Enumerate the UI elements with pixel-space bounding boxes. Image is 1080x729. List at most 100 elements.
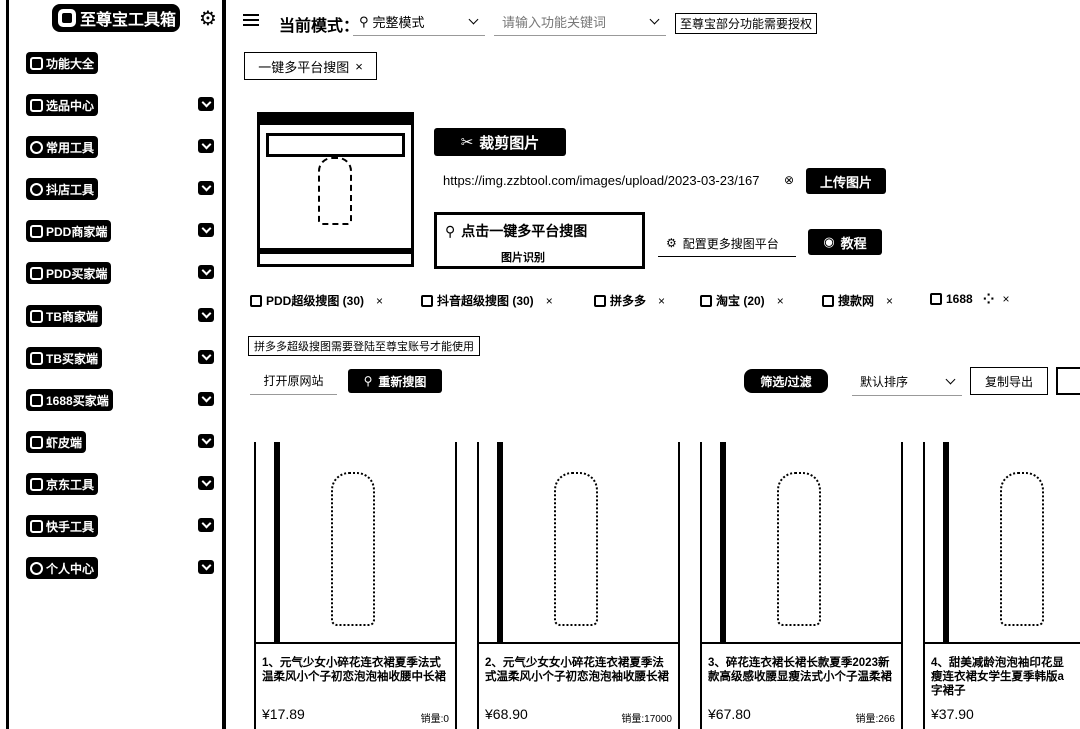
close-icon[interactable]: × bbox=[355, 59, 363, 74]
search-icon bbox=[30, 140, 43, 154]
product-title[interactable]: 1、元气少女小碎花连衣裙夏季法式温柔风小个子初恋泡泡袖收腰中长裙 bbox=[262, 656, 449, 684]
result-card[interactable]: 1、元气少女小碎花连衣裙夏季法式温柔风小个子初恋泡泡袖收腰中长裙 ¥17.89 … bbox=[254, 442, 457, 729]
app-brand[interactable]: 至尊宝工具箱 bbox=[52, 4, 180, 32]
overflow-button[interactable] bbox=[1056, 367, 1080, 395]
platform-label: 拼多多 bbox=[610, 294, 647, 308]
copy-export-button[interactable]: 复制导出 bbox=[970, 367, 1048, 395]
play-icon: ◉ bbox=[823, 234, 835, 249]
drag-handle-icon[interactable]: ⁘ bbox=[983, 292, 995, 306]
platform-label: 搜款网 bbox=[838, 294, 875, 308]
sidebar-item-all-features[interactable]: 功能大全 bbox=[26, 52, 99, 74]
platform-chip-taobao[interactable]: 淘宝 (20) × bbox=[700, 292, 784, 309]
sidebar-item-pdd-buyer[interactable]: PDD买家端 bbox=[26, 262, 112, 284]
product-sales: 销量:17000 bbox=[621, 714, 672, 725]
chevron-down-icon[interactable] bbox=[198, 139, 214, 153]
result-card[interactable]: 2、元气少女女小碎花连衣裙夏季法式温柔风小个子初恋泡泡袖收腰长裙 ¥68.90 … bbox=[477, 442, 680, 729]
auth-notice: 至尊宝部分功能需要授权 bbox=[675, 13, 818, 34]
sidebar-item-kuaishou-tools[interactable]: 快手工具 bbox=[26, 515, 99, 537]
shopee-icon bbox=[30, 435, 43, 449]
cart-icon bbox=[30, 477, 43, 491]
close-icon[interactable]: × bbox=[886, 294, 893, 308]
close-icon[interactable]: × bbox=[546, 294, 553, 308]
keyword-search-select[interactable]: 请输入功能关键词 bbox=[494, 8, 666, 36]
clear-circle-icon[interactable]: ⊗ bbox=[784, 173, 794, 187]
product-image[interactable] bbox=[479, 442, 678, 644]
sidebar-item-label: TB商家端 bbox=[46, 309, 98, 324]
chevron-down-icon[interactable] bbox=[198, 476, 214, 490]
sidebar-item-jd-tools[interactable]: 京东工具 bbox=[26, 473, 99, 495]
product-sales: 销量:266 bbox=[855, 714, 895, 725]
sidebar-item-product-center[interactable]: 选品中心 bbox=[26, 94, 99, 116]
sidebar-item-tb-buyer[interactable]: TB买家端 bbox=[26, 347, 102, 369]
chevron-down-icon[interactable] bbox=[198, 308, 214, 322]
image-url-input[interactable]: https://img.zzbtool.com/images/upload/20… bbox=[443, 173, 779, 188]
upload-image-button[interactable]: 上传图片 bbox=[806, 168, 886, 194]
keyword-placeholder: 请输入功能关键词 bbox=[502, 15, 607, 30]
platform-chip-douyin[interactable]: 抖音超级搜图 (30) × bbox=[421, 292, 553, 309]
sidebar-item-personal-center[interactable]: 个人中心 bbox=[26, 557, 99, 579]
platform-chip-pdd[interactable]: PDD超级搜图 (30) × bbox=[250, 292, 383, 309]
sidebar-item-douyin-shop-tools[interactable]: 抖店工具 bbox=[26, 178, 99, 200]
close-icon[interactable]: × bbox=[376, 294, 383, 308]
result-card[interactable]: 4、甜美减龄泡泡袖印花显瘦连衣裙女学生夏季韩版a字裙子 ¥37.90 bbox=[923, 442, 1080, 729]
sidebar-item-shopee[interactable]: 虾皮端 bbox=[26, 431, 87, 453]
sidebar-item-common-tools[interactable]: 常用工具 bbox=[26, 136, 99, 158]
user-icon: ⚲ bbox=[359, 13, 369, 29]
chevron-down-icon[interactable] bbox=[198, 181, 214, 195]
app-title: 至尊宝工具箱 bbox=[80, 12, 177, 29]
chevron-down-icon[interactable] bbox=[198, 560, 214, 574]
sidebar-item-label: 抖店工具 bbox=[46, 182, 95, 197]
search-icon: ⚲ bbox=[445, 222, 456, 239]
platform-chip-soukuan[interactable]: 搜款网 × bbox=[822, 292, 893, 309]
product-image[interactable] bbox=[702, 442, 901, 644]
product-price: ¥67.80 bbox=[708, 706, 751, 722]
chevron-down-icon[interactable] bbox=[198, 392, 214, 406]
douyin-icon bbox=[421, 294, 433, 307]
chevron-down-icon[interactable] bbox=[198, 223, 214, 237]
crop-image-button[interactable]: ✂ 裁剪图片 bbox=[434, 128, 566, 156]
platform-label: 淘宝 (20) bbox=[716, 294, 765, 308]
chevron-down-icon[interactable] bbox=[198, 434, 214, 448]
config-button-label: 配置更多搜图平台 bbox=[682, 236, 779, 251]
sidebar-item-tb-merchant[interactable]: TB商家端 bbox=[26, 305, 102, 327]
app-logo-icon bbox=[58, 9, 76, 27]
configure-platforms-button[interactable]: ⚙ 配置更多搜图平台 bbox=[658, 230, 796, 257]
close-icon[interactable]: × bbox=[777, 294, 784, 308]
multi-platform-search-button[interactable]: ⚲ 点击一键多平台搜图 图片识别 bbox=[434, 212, 645, 269]
sidebar-item-label: 快手工具 bbox=[46, 519, 95, 534]
sidebar-item-pdd-merchant[interactable]: PDD商家端 bbox=[26, 220, 112, 242]
result-card[interactable]: 3、碎花连衣裙长裙长款夏季2023新款高级感收腰显瘦法式小个子温柔裙 ¥67.8… bbox=[700, 442, 903, 729]
upload-button-label: 上传图片 bbox=[819, 174, 872, 190]
platform-chip-pinduoduo[interactable]: 拼多多 × bbox=[594, 292, 665, 309]
close-icon[interactable]: × bbox=[658, 294, 665, 308]
research-image-button[interactable]: ⚲ 重新搜图 bbox=[348, 369, 442, 393]
product-title[interactable]: 3、碎花连衣裙长裙长款夏季2023新款高级感收腰显瘦法式小个子温柔裙 bbox=[708, 656, 895, 684]
search-icon: ⚲ bbox=[363, 374, 373, 388]
close-icon[interactable]: × bbox=[1002, 292, 1009, 306]
mode-select[interactable]: ⚲ 完整模式 bbox=[353, 8, 485, 36]
sidebar-item-1688-buyer[interactable]: 1688买家端 bbox=[26, 389, 113, 411]
taobao-icon bbox=[30, 309, 43, 323]
tutorial-button[interactable]: ◉ 教程 bbox=[808, 229, 882, 255]
chevron-down-icon[interactable] bbox=[198, 265, 214, 279]
product-image[interactable] bbox=[925, 442, 1080, 644]
filter-button[interactable]: 筛选/过滤 bbox=[744, 369, 828, 393]
platform-label: PDD超级搜图 (30) bbox=[266, 294, 365, 308]
document-icon bbox=[30, 98, 43, 112]
chevron-down-icon[interactable] bbox=[198, 350, 214, 364]
product-title[interactable]: 2、元气少女女小碎花连衣裙夏季法式温柔风小个子初恋泡泡袖收腰长裙 bbox=[485, 656, 672, 684]
product-image[interactable] bbox=[256, 442, 455, 644]
chevron-down-icon[interactable] bbox=[198, 97, 214, 111]
platform-chip-1688[interactable]: 1688 ⁘ × bbox=[930, 292, 1009, 306]
product-title[interactable]: 4、甜美减龄泡泡袖印花显瘦连衣裙女学生夏季韩版a字裙子 bbox=[931, 656, 1074, 698]
sidebar: 至尊宝工具箱 ⚙ 功能大全 选品中心 常用工具 抖店工具 PDD商家端 PDD买… bbox=[0, 0, 226, 729]
sidebar-divider bbox=[222, 0, 226, 729]
collapse-menu-icon[interactable] bbox=[243, 14, 259, 28]
tab-multi-platform-image-search[interactable]: 一键多平台搜图 × bbox=[244, 52, 377, 80]
chevron-down-icon[interactable] bbox=[198, 518, 214, 532]
open-original-site-button[interactable]: 打开原网站 bbox=[250, 366, 337, 395]
sort-select[interactable]: 默认排序 bbox=[852, 368, 962, 396]
gear-icon[interactable]: ⚙ bbox=[197, 7, 219, 30]
taobao-icon bbox=[30, 351, 43, 365]
sidebar-item-label: 虾皮端 bbox=[46, 435, 83, 450]
